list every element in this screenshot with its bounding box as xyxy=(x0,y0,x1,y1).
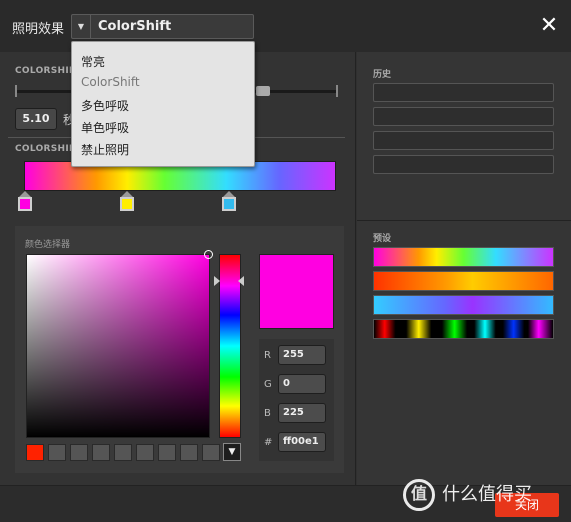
mode-dropdown-menu: 常亮 ColorShift 多色呼吸 单色呼吸 禁止照明 xyxy=(71,41,255,167)
gradient-stop-3[interactable] xyxy=(222,191,236,211)
dropdown-item-disable-lighting[interactable]: 禁止照明 xyxy=(81,141,129,158)
sv-cursor[interactable] xyxy=(204,250,213,259)
b-label: B xyxy=(264,408,271,419)
preset-aqua[interactable] xyxy=(373,295,554,315)
right-divider xyxy=(357,220,571,221)
history-label: 历史 xyxy=(373,70,392,80)
dropdown-item-single-color-breathing[interactable]: 单色呼吸 xyxy=(81,119,129,136)
r-field[interactable]: 255 xyxy=(278,345,326,365)
r-label: R xyxy=(264,350,271,361)
g-field[interactable]: 0 xyxy=(278,374,326,394)
swatch-more-button[interactable]: ▼ xyxy=(223,443,241,461)
watermark-logo: 值 xyxy=(403,479,435,511)
color-swatch[interactable] xyxy=(26,444,44,461)
history-slot[interactable] xyxy=(373,107,554,126)
color-swatch[interactable] xyxy=(158,444,176,461)
mode-select[interactable]: ▼ ColorShift xyxy=(71,14,254,39)
color-swatch[interactable] xyxy=(92,444,110,461)
color-preview xyxy=(259,254,334,329)
history-slot[interactable] xyxy=(373,131,554,150)
color-swatch[interactable] xyxy=(202,444,220,461)
lighting-effect-label: 照明效果 xyxy=(12,22,65,37)
preset-spectrum-blocks[interactable] xyxy=(373,319,554,339)
history-slot[interactable] xyxy=(373,83,554,102)
presets-label: 预设 xyxy=(373,234,392,244)
dropdown-item-multicolor-breathing[interactable]: 多色呼吸 xyxy=(81,97,129,114)
color-swatch[interactable] xyxy=(70,444,88,461)
watermark-text: 什么值得买 xyxy=(442,484,532,505)
speed-slider-handle[interactable] xyxy=(256,86,270,96)
color-swatch[interactable] xyxy=(180,444,198,461)
color-swatch[interactable] xyxy=(114,444,132,461)
color-swatch[interactable] xyxy=(48,444,66,461)
dropdown-item-colorshift[interactable]: ColorShift xyxy=(81,75,140,89)
g-label: G xyxy=(264,379,272,390)
speed-value-field[interactable]: 5.10 xyxy=(15,108,57,130)
history-slot[interactable] xyxy=(373,155,554,174)
b-field[interactable]: 225 xyxy=(278,403,326,423)
gradient-stop-1[interactable] xyxy=(18,191,32,211)
color-swatch[interactable] xyxy=(136,444,154,461)
chevron-down-icon: ▼ xyxy=(72,15,91,38)
hex-field[interactable]: ff00e1 xyxy=(278,432,326,452)
speed-slider-start-tick xyxy=(15,85,17,97)
gradient-stop-2[interactable] xyxy=(120,191,134,211)
hex-label: # xyxy=(264,437,273,448)
dropdown-item-solid[interactable]: 常亮 xyxy=(81,53,105,70)
mode-select-value: ColorShift xyxy=(98,19,172,34)
close-icon[interactable]: ✕ xyxy=(537,14,561,38)
preset-fire[interactable] xyxy=(373,271,554,291)
hue-marker-right[interactable] xyxy=(238,276,244,286)
preset-rainbow[interactable] xyxy=(373,247,554,267)
hue-marker-left[interactable] xyxy=(214,276,220,286)
saturation-value-square[interactable] xyxy=(26,254,210,438)
speed-slider-end-tick xyxy=(336,85,338,97)
color-picker-title: 颜色选择器 xyxy=(25,240,71,250)
